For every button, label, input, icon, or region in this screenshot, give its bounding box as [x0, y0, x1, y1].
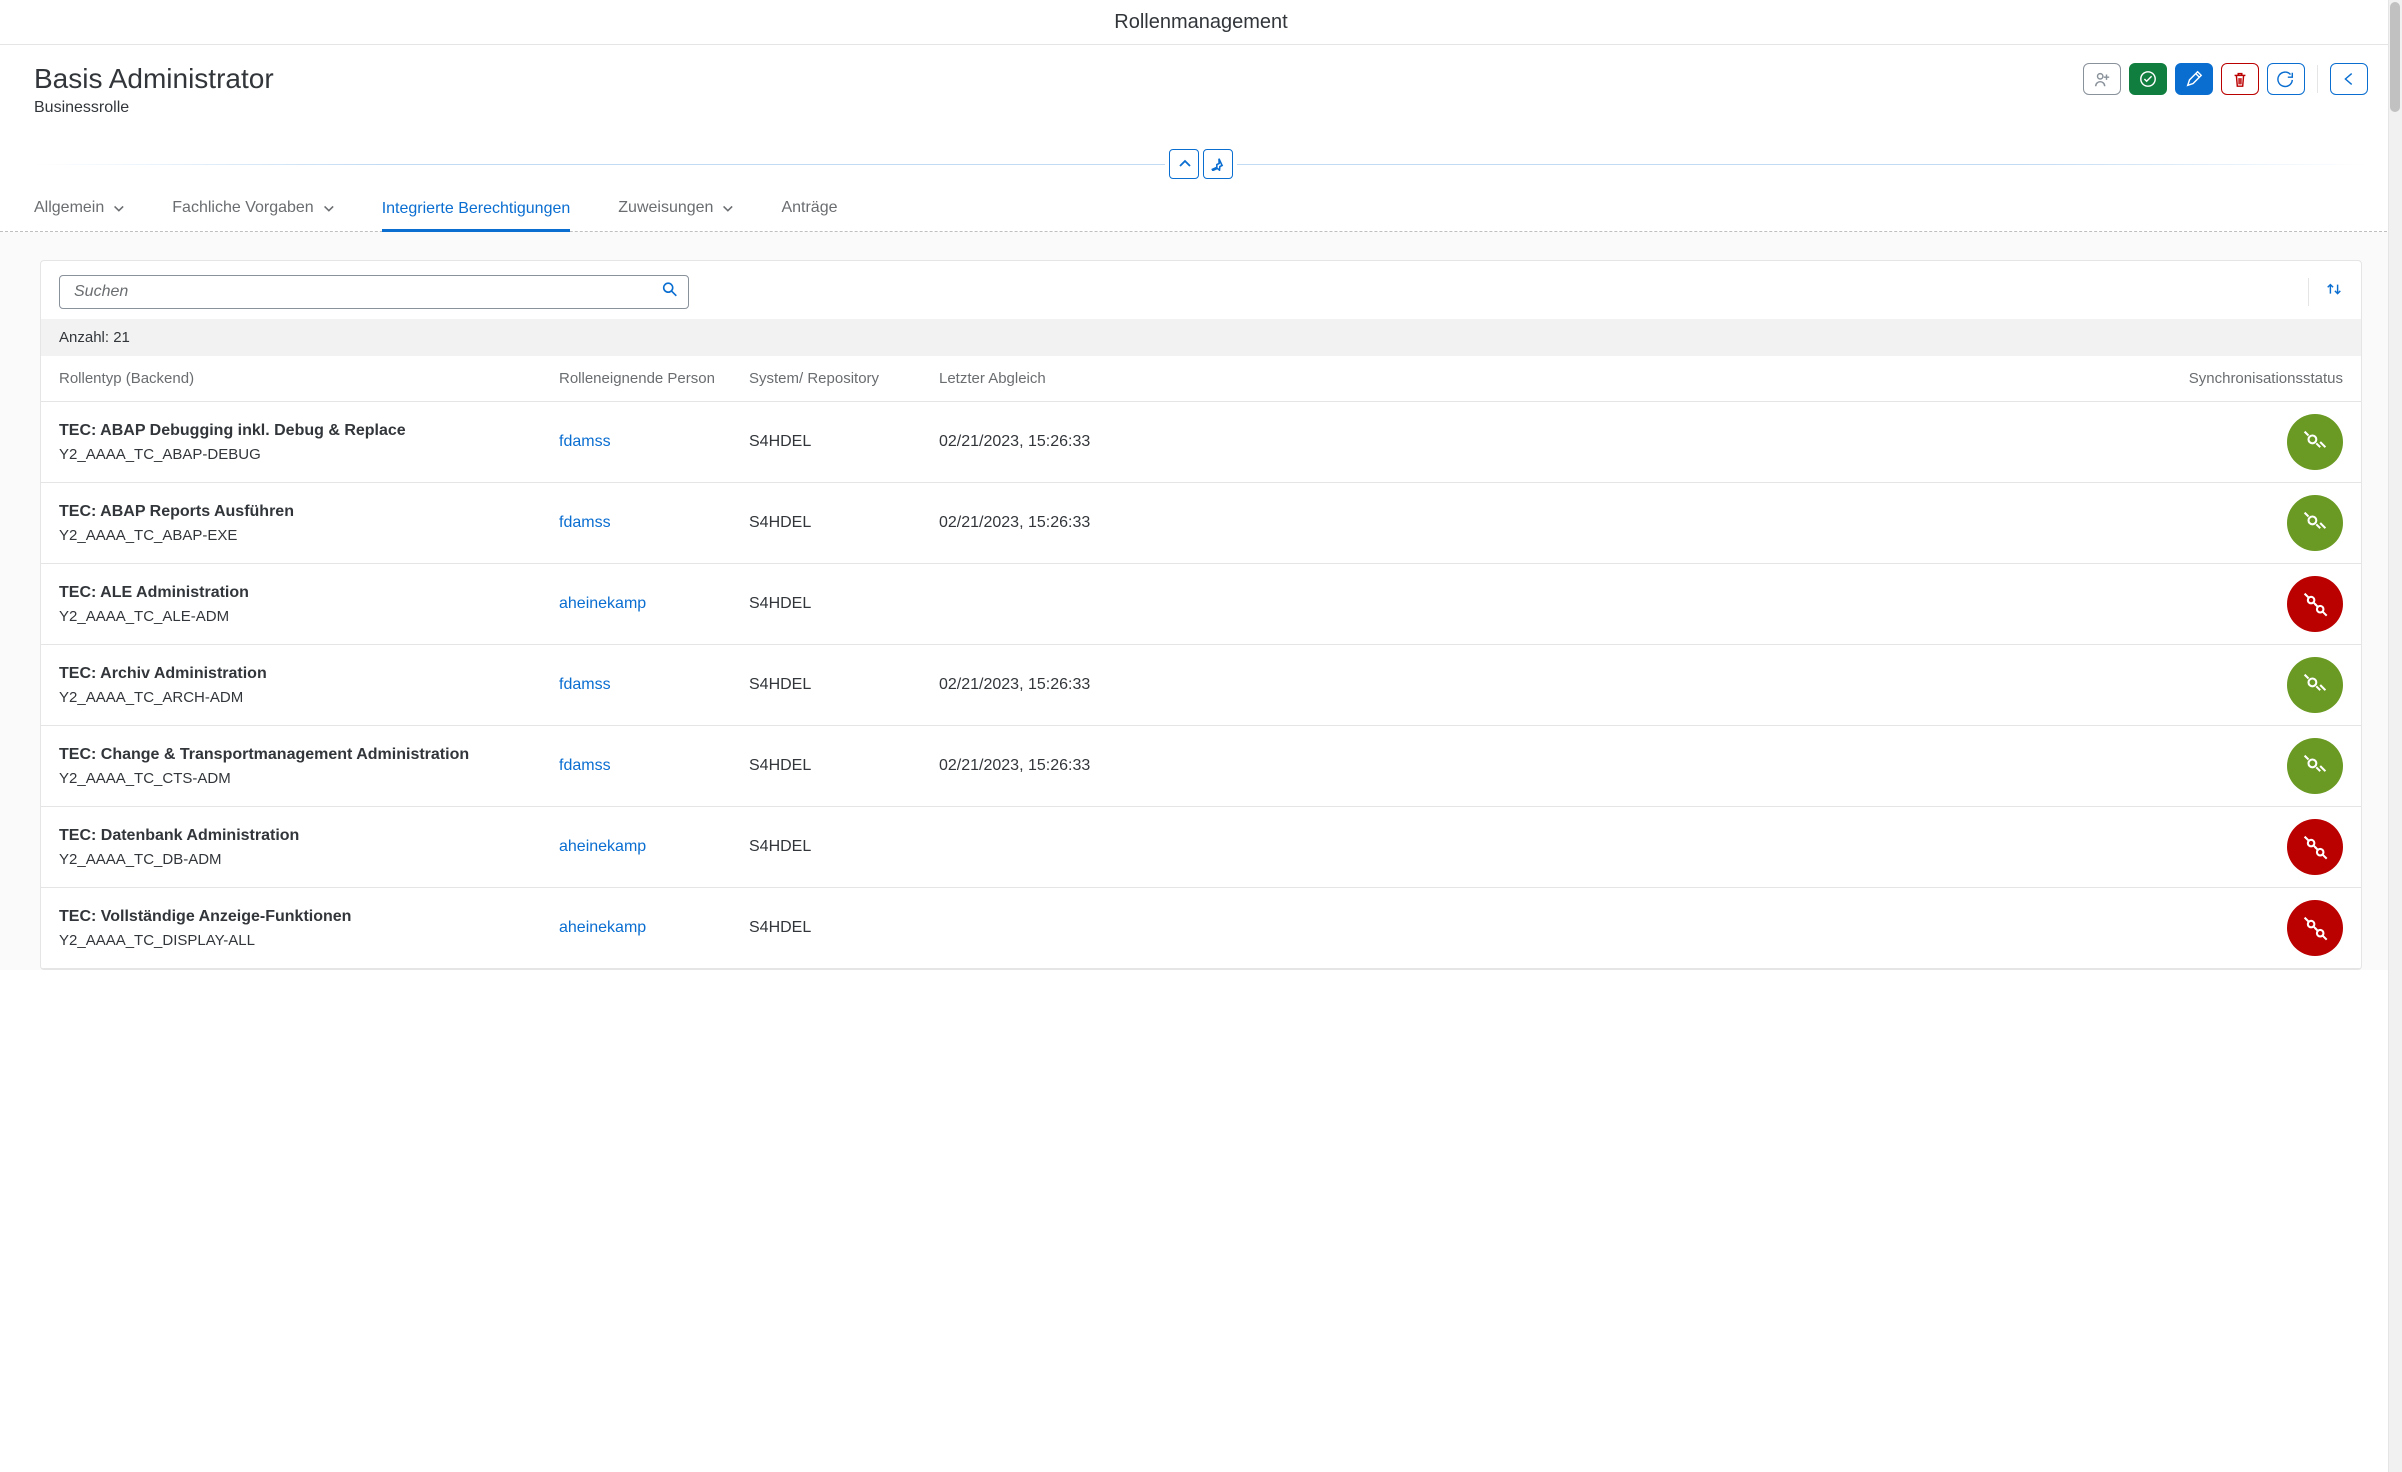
- delete-button[interactable]: [2221, 63, 2259, 95]
- owner-link[interactable]: fdamss: [559, 757, 611, 774]
- last-sync-cell: 02/21/2023, 15:26:33: [939, 676, 1139, 694]
- system-cell: S4HDEL: [749, 514, 939, 532]
- chevron-down-icon: [721, 202, 733, 214]
- tab-allgemein[interactable]: Allgemein: [34, 189, 124, 231]
- chevron-down-icon: [322, 202, 334, 214]
- tab-anträge[interactable]: Anträge: [781, 189, 837, 231]
- sync-status-ok-icon[interactable]: [2287, 495, 2343, 551]
- vertical-scrollbar[interactable]: [2388, 0, 2402, 1472]
- sync-status-ok-icon[interactable]: [2287, 657, 2343, 713]
- role-code: Y2_AAAA_TC_ABAP-EXE: [59, 527, 559, 544]
- role-name: TEC: Archiv Administration: [59, 665, 559, 683]
- last-sync-cell: 02/21/2023, 15:26:33: [939, 757, 1139, 775]
- tab-label: Fachliche Vorgaben: [172, 199, 313, 217]
- object-header: Basis Administrator Businessrolle: [0, 45, 2402, 117]
- owner-link[interactable]: fdamss: [559, 514, 611, 531]
- sync-status-error-icon[interactable]: [2287, 576, 2343, 632]
- app-bar: Rollenmanagement: [0, 0, 2402, 45]
- role-code: Y2_AAAA_TC_DISPLAY-ALL: [59, 932, 559, 949]
- system-cell: S4HDEL: [749, 433, 939, 451]
- last-sync-cell: 02/21/2023, 15:26:33: [939, 514, 1139, 532]
- separator: [2317, 65, 2318, 93]
- table-row: TEC: ABAP Debugging inkl. Debug & Replac…: [41, 402, 2361, 483]
- role-name: TEC: Datenbank Administration: [59, 827, 559, 845]
- collapse-header-button[interactable]: [1169, 149, 1199, 179]
- tab-fachliche-vorgaben[interactable]: Fachliche Vorgaben: [172, 189, 333, 231]
- search-input[interactable]: [59, 275, 689, 309]
- tab-label: Integrierte Berechtigungen: [382, 200, 571, 218]
- system-cell: S4HDEL: [749, 919, 939, 937]
- col-owner: Rolleneignende Person: [559, 370, 749, 387]
- owner-link[interactable]: aheinekamp: [559, 919, 646, 936]
- tab-zuweisungen[interactable]: Zuweisungen: [618, 189, 733, 231]
- edit-button[interactable]: [2175, 63, 2213, 95]
- table-row: TEC: Vollständige Anzeige-Funktionen Y2_A…: [41, 888, 2361, 969]
- back-button[interactable]: [2330, 63, 2368, 95]
- table-row: TEC: Archiv Administration Y2_AAAA_TC_ARC…: [41, 645, 2361, 726]
- last-sync-cell: 02/21/2023, 15:26:33: [939, 433, 1139, 451]
- approve-button[interactable]: [2129, 63, 2167, 95]
- panel-toolbar: [41, 261, 2361, 319]
- col-sync-status: Synchronisationsstatus: [1139, 370, 2343, 387]
- table-row: TEC: Datenbank Administration Y2_AAAA_TC_…: [41, 807, 2361, 888]
- table-body: TEC: ABAP Debugging inkl. Debug & Replac…: [41, 402, 2361, 969]
- tab-label: Anträge: [781, 199, 837, 217]
- table-row: TEC: ALE Administration Y2_AAAA_TC_ALE-AD…: [41, 564, 2361, 645]
- col-rollentyp: Rollentyp (Backend): [59, 370, 559, 387]
- refresh-button[interactable]: [2267, 63, 2305, 95]
- sync-status-ok-icon[interactable]: [2287, 738, 2343, 794]
- content-area: Anzahl: 21 Rollentyp (Backend) Rolleneig…: [0, 232, 2402, 970]
- role-code: Y2_AAAA_TC_ABAP-DEBUG: [59, 446, 559, 463]
- tab-integrierte-berechtigungen[interactable]: Integrierte Berechtigungen: [382, 189, 571, 232]
- authorizations-panel: Anzahl: 21 Rollentyp (Backend) Rolleneig…: [40, 260, 2362, 970]
- count-value: 21: [113, 329, 130, 346]
- header-anchor-bar: [0, 143, 2402, 185]
- tab-label: Zuweisungen: [618, 199, 713, 217]
- role-code: Y2_AAAA_TC_CTS-ADM: [59, 770, 559, 787]
- table-row: TEC: ABAP Reports Ausführen Y2_AAAA_TC_AB…: [41, 483, 2361, 564]
- system-cell: S4HDEL: [749, 595, 939, 613]
- table-header: Rollentyp (Backend) Rolleneignende Perso…: [41, 356, 2361, 402]
- role-name: TEC: ALE Administration: [59, 584, 559, 602]
- owner-link[interactable]: aheinekamp: [559, 595, 646, 612]
- sync-status-error-icon[interactable]: [2287, 900, 2343, 956]
- system-cell: S4HDEL: [749, 676, 939, 694]
- section-tabs: Allgemein Fachliche Vorgaben Integrierte B…: [0, 185, 2402, 232]
- header-actions: [2083, 63, 2368, 95]
- sync-status-ok-icon[interactable]: [2287, 414, 2343, 470]
- search-icon[interactable]: [661, 281, 679, 304]
- role-name: TEC: ABAP Debugging inkl. Debug & Replac…: [59, 422, 559, 440]
- sort-button[interactable]: [2325, 281, 2343, 304]
- count-row: Anzahl: 21: [41, 319, 2361, 356]
- pin-header-button[interactable]: [1203, 149, 1233, 179]
- table-row: TEC: Change & Transportmanagement Admini…: [41, 726, 2361, 807]
- role-code: Y2_AAAA_TC_ARCH-ADM: [59, 689, 559, 706]
- col-last-sync: Letzter Abgleich: [939, 370, 1139, 387]
- role-name: TEC: Vollständige Anzeige-Funktionen: [59, 908, 559, 926]
- role-name: TEC: Change & Transportmanagement Admini…: [59, 746, 559, 764]
- page-subtitle: Businessrolle: [34, 99, 274, 117]
- owner-link[interactable]: fdamss: [559, 676, 611, 693]
- tab-label: Allgemein: [34, 199, 104, 217]
- system-cell: S4HDEL: [749, 838, 939, 856]
- role-code: Y2_AAAA_TC_DB-ADM: [59, 851, 559, 868]
- app-title: Rollenmanagement: [1114, 11, 1287, 34]
- role-name: TEC: ABAP Reports Ausführen: [59, 503, 559, 521]
- chevron-down-icon: [112, 202, 124, 214]
- count-label: Anzahl:: [59, 329, 109, 346]
- page-title: Basis Administrator: [34, 63, 274, 95]
- owner-link[interactable]: aheinekamp: [559, 838, 646, 855]
- role-code: Y2_AAAA_TC_ALE-ADM: [59, 608, 559, 625]
- col-system: System/ Repository: [749, 370, 939, 387]
- sync-status-error-icon[interactable]: [2287, 819, 2343, 875]
- scrollbar-thumb[interactable]: [2390, 2, 2400, 112]
- separator: [2308, 278, 2309, 306]
- add-user-button[interactable]: [2083, 63, 2121, 95]
- owner-link[interactable]: fdamss: [559, 433, 611, 450]
- system-cell: S4HDEL: [749, 757, 939, 775]
